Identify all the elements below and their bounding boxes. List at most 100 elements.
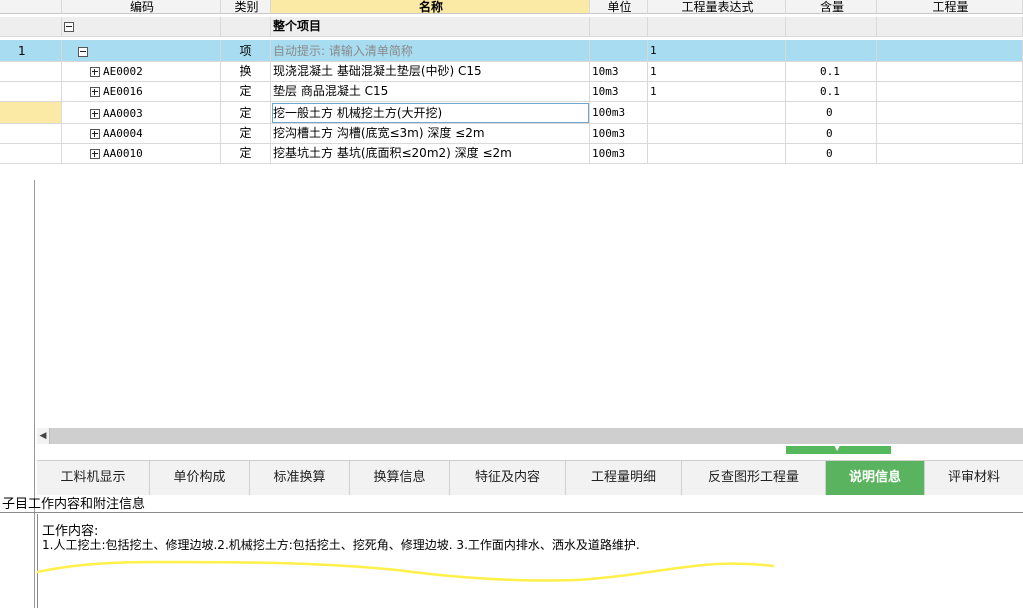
header-unit[interactable]: 单位 <box>590 0 648 14</box>
tab-material-display[interactable]: 工料机显示 <box>37 461 150 495</box>
row-index <box>0 82 62 102</box>
row-unit[interactable]: 100m3 <box>590 144 648 164</box>
row-qty[interactable] <box>877 82 1023 102</box>
row-content[interactable]: 0.1 <box>786 62 877 82</box>
tab-unit-price[interactable]: 单价构成 <box>150 461 250 495</box>
row-code-cell[interactable] <box>62 17 221 37</box>
row-unit[interactable]: 10m3 <box>590 62 648 82</box>
row-index <box>0 17 62 37</box>
row-expr[interactable] <box>648 17 786 37</box>
row-code: AA0010 <box>103 147 143 160</box>
row-content[interactable]: 0 <box>786 144 877 164</box>
row-name-editing[interactable]: 挖一般土方 机械挖土方(大开挖) <box>271 102 590 124</box>
row-code-cell[interactable]: AE0016 <box>62 82 221 102</box>
row-expr[interactable]: 1 <box>648 82 786 102</box>
row-type[interactable]: 定 <box>221 144 271 164</box>
tab-review-material[interactable]: 评审材料 <box>925 461 1023 495</box>
table-row[interactable]: AA0004 定 挖沟槽土方 沟槽(底宽≤3m) 深度 ≤2m 100m3 0 <box>0 124 1023 144</box>
chevron-down-icon: ▼ <box>834 443 841 452</box>
work-content-text: 1.人工挖土:包括挖土、修理边坡.2.机械挖土方:包括挖土、挖死角、修理边坡. … <box>42 538 640 552</box>
row-type[interactable]: 定 <box>221 102 271 124</box>
expand-icon[interactable] <box>90 86 100 97</box>
row-content[interactable] <box>786 40 877 62</box>
header-code[interactable]: 编码 <box>62 0 221 14</box>
row-expr[interactable]: 1 <box>648 62 786 82</box>
row-content[interactable] <box>786 17 877 37</box>
row-qty[interactable] <box>877 144 1023 164</box>
row-type[interactable] <box>221 17 271 37</box>
row-code-cell[interactable]: AA0010 <box>62 144 221 164</box>
header-qty[interactable]: 工程量 <box>877 0 1023 14</box>
row-name[interactable]: 自动提示: 请输入清单简称 <box>271 40 590 62</box>
row-code-cell[interactable]: AA0004 <box>62 124 221 144</box>
header-name[interactable]: 名称 <box>271 0 590 14</box>
table-row-selected[interactable]: AA0003 定 挖一般土方 机械挖土方(大开挖) 100m3 0 <box>0 102 1023 124</box>
tab-conversion-info[interactable]: 换算信息 <box>350 461 450 495</box>
expand-icon[interactable] <box>90 108 100 119</box>
horizontal-scrollbar[interactable]: ◀ <box>37 428 1023 444</box>
tab-description[interactable]: 说明信息 <box>826 461 925 495</box>
header-content[interactable]: 含量 <box>786 0 877 14</box>
table-row[interactable]: 整个项目 <box>0 17 1023 37</box>
highlight-scribble <box>37 560 775 582</box>
row-name[interactable]: 现浇混凝土 基础混凝土垫层(中砂) C15 <box>271 62 590 82</box>
row-content[interactable]: 0 <box>786 102 877 124</box>
panel-title: 子目工作内容和附注信息 <box>2 497 146 512</box>
collapse-icon[interactable] <box>64 21 74 32</box>
row-code: AE0016 <box>103 85 143 98</box>
row-qty[interactable] <box>877 124 1023 144</box>
row-expr[interactable]: 1 <box>648 40 786 62</box>
row-unit[interactable]: 100m3 <box>590 102 648 124</box>
row-qty[interactable] <box>877 17 1023 37</box>
row-type[interactable]: 换 <box>221 62 271 82</box>
row-unit[interactable]: 10m3 <box>590 82 648 102</box>
expand-icon[interactable] <box>90 66 100 77</box>
tab-quantity-detail[interactable]: 工程量明细 <box>566 461 682 495</box>
header-index[interactable] <box>0 0 62 14</box>
row-name[interactable]: 垫层 商品混凝土 C15 <box>271 82 590 102</box>
row-type[interactable]: 定 <box>221 82 271 102</box>
row-name[interactable]: 整个项目 <box>271 17 590 37</box>
row-type[interactable]: 定 <box>221 124 271 144</box>
detail-tabs: 工料机显示 单价构成 标准换算 换算信息 特征及内容 工程量明细 反查图形工程量… <box>37 460 1023 495</box>
table-row[interactable]: 1 项 自动提示: 请输入清单简称 1 <box>0 40 1023 62</box>
table-row[interactable]: AA0010 定 挖基坑土方 基坑(底面积≤20m2) 深度 ≤2m 100m3… <box>0 144 1023 164</box>
row-type[interactable]: 项 <box>221 40 271 62</box>
row-code-cell[interactable]: AA0003 <box>62 102 221 124</box>
row-code-cell[interactable]: AE0002 <box>62 62 221 82</box>
row-code: AE0002 <box>103 65 143 78</box>
scroll-left-icon[interactable]: ◀ <box>37 428 50 444</box>
panel-divider <box>34 180 35 608</box>
tab-graphic-quantity[interactable]: 反查图形工程量 <box>682 461 826 495</box>
row-content[interactable]: 0 <box>786 124 877 144</box>
divider <box>0 512 1023 513</box>
row-index <box>0 144 62 164</box>
table-row[interactable]: AE0002 换 现浇混凝土 基础混凝土垫层(中砂) C15 10m3 1 0.… <box>0 62 1023 82</box>
expand-icon[interactable] <box>90 148 100 159</box>
row-expr[interactable] <box>648 102 786 124</box>
row-expr[interactable] <box>648 124 786 144</box>
row-unit[interactable] <box>590 17 648 37</box>
expand-icon[interactable] <box>90 128 100 139</box>
panel-splitter-handle[interactable]: ▼ <box>786 443 891 454</box>
row-index <box>0 62 62 82</box>
row-code: AA0003 <box>103 107 143 120</box>
row-unit[interactable]: 100m3 <box>590 124 648 144</box>
row-name[interactable]: 挖沟槽土方 沟槽(底宽≤3m) 深度 ≤2m <box>271 124 590 144</box>
row-qty[interactable] <box>877 62 1023 82</box>
row-qty[interactable] <box>877 102 1023 124</box>
row-qty[interactable] <box>877 40 1023 62</box>
header-expr[interactable]: 工程量表达式 <box>648 0 786 14</box>
row-expr[interactable] <box>648 144 786 164</box>
row-name[interactable]: 挖基坑土方 基坑(底面积≤20m2) 深度 ≤2m <box>271 144 590 164</box>
tab-standard-conversion[interactable]: 标准换算 <box>250 461 350 495</box>
row-content[interactable]: 0.1 <box>786 82 877 102</box>
row-unit[interactable] <box>590 40 648 62</box>
collapse-icon[interactable] <box>78 46 88 57</box>
row-index <box>0 124 62 144</box>
row-code-cell[interactable] <box>62 40 221 62</box>
table-row[interactable]: AE0016 定 垫层 商品混凝土 C15 10m3 1 0.1 <box>0 82 1023 102</box>
row-code: AA0004 <box>103 127 143 140</box>
header-type[interactable]: 类别 <box>221 0 271 14</box>
tab-features[interactable]: 特征及内容 <box>450 461 566 495</box>
